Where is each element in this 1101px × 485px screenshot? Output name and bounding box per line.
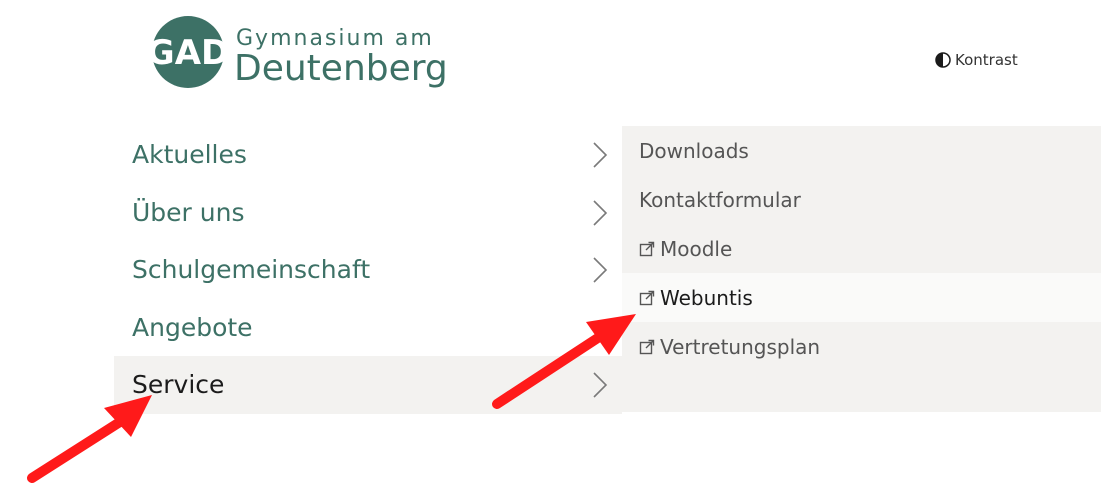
half-circle-icon — [935, 52, 951, 68]
submenu-item-label: Kontaktformular — [639, 187, 801, 212]
menu-item-schulgemeinschaft[interactable]: Schulgemeinschaft — [114, 241, 622, 299]
external-link-icon — [639, 241, 655, 256]
service-submenu: Downloads Kontaktformular Moodle Webunti… — [622, 126, 1101, 412]
chevron-right-icon[interactable] — [592, 199, 608, 227]
menu-item-label: Angebote — [132, 312, 253, 342]
submenu-item-moodle[interactable]: Moodle — [622, 224, 1101, 273]
site-logo[interactable]: GAD Gymnasium am Deutenberg — [148, 12, 448, 92]
menu-item-service[interactable]: Service — [114, 356, 622, 414]
main-menu: Aktuelles Über uns Schulgemeinschaft Ang… — [114, 126, 622, 414]
external-link-icon — [639, 339, 655, 354]
submenu-item-kontaktformular[interactable]: Kontaktformular — [622, 175, 1101, 224]
menu-item-ueber-uns[interactable]: Über uns — [114, 184, 622, 242]
logo-text-line2: Deutenberg — [234, 48, 448, 89]
menu-item-label: Über uns — [132, 197, 245, 227]
menu-item-label: Service — [132, 370, 225, 400]
submenu-item-webuntis[interactable]: Webuntis — [622, 273, 1101, 322]
submenu-item-label: Vertretungsplan — [660, 334, 821, 359]
menu-item-label: Schulgemeinschaft — [132, 255, 371, 285]
emblem-monogram: GAD — [148, 33, 228, 73]
submenu-item-label: Moodle — [660, 236, 733, 261]
external-link-icon — [639, 290, 655, 305]
chevron-right-icon[interactable] — [592, 141, 608, 169]
chevron-right-icon[interactable] — [592, 256, 608, 284]
menu-item-label: Aktuelles — [132, 140, 247, 170]
submenu-item-vertretungsplan[interactable]: Vertretungsplan — [622, 322, 1101, 371]
contrast-toggle[interactable]: Kontrast — [935, 51, 1018, 69]
submenu-item-downloads[interactable]: Downloads — [622, 126, 1101, 175]
submenu-item-label: Downloads — [639, 138, 749, 163]
chevron-right-icon[interactable] — [592, 371, 608, 399]
menu-item-angebote[interactable]: Angebote — [114, 299, 622, 357]
submenu-item-label: Webuntis — [660, 285, 753, 310]
menu-item-aktuelles[interactable]: Aktuelles — [114, 126, 622, 184]
contrast-label: Kontrast — [955, 51, 1018, 69]
school-emblem-icon: GAD — [148, 16, 228, 88]
